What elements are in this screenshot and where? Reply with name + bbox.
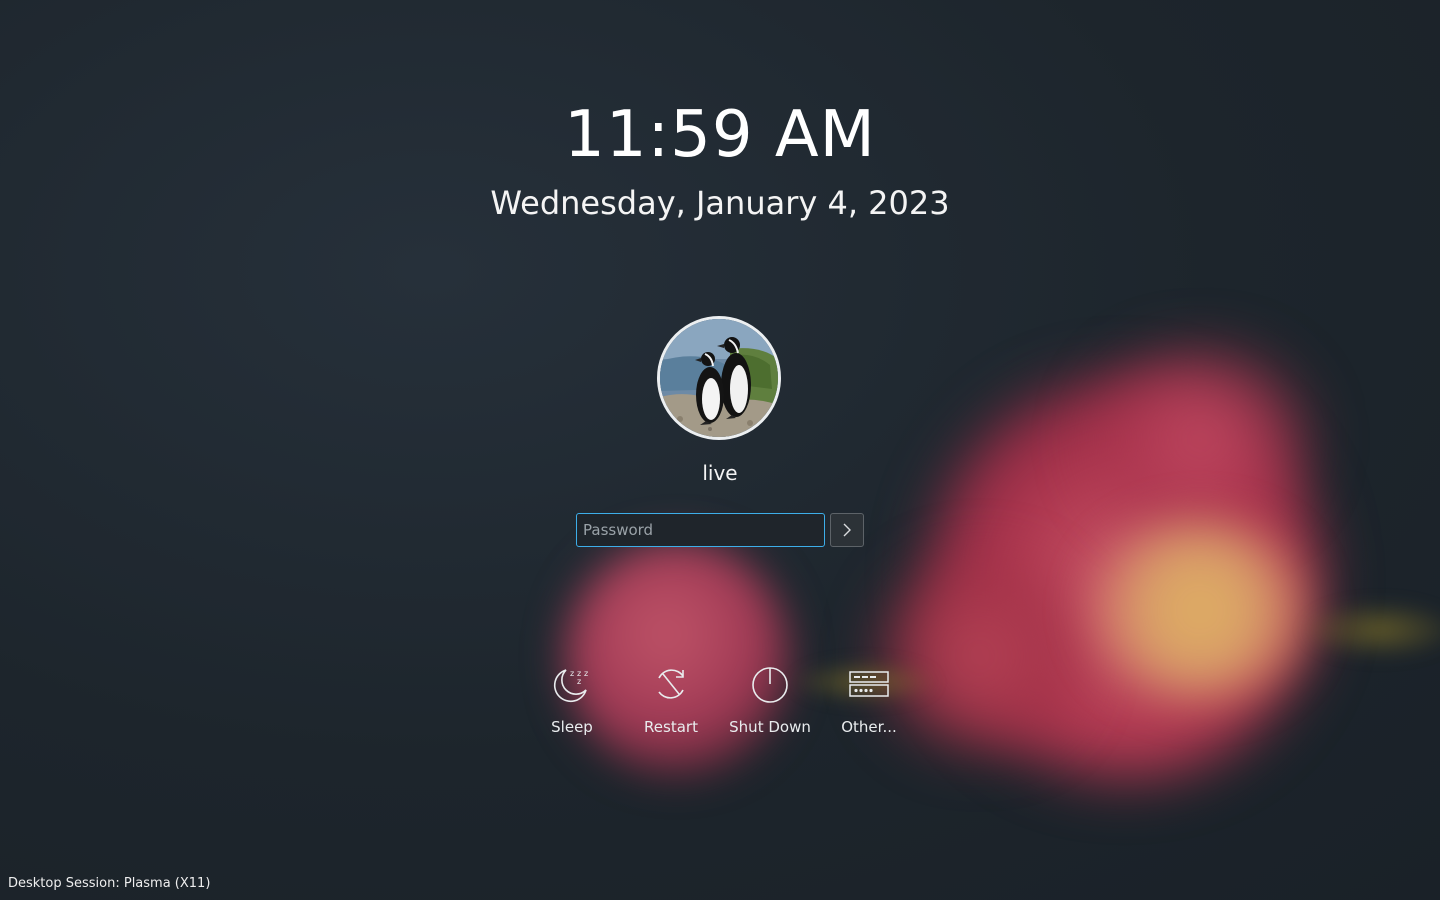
user-avatar[interactable]	[657, 316, 781, 440]
desktop-session-label[interactable]: Desktop Session: Plasma (X11)	[8, 876, 210, 891]
restart-button[interactable]: Restart	[621, 664, 721, 736]
svg-text:z: z	[584, 669, 588, 678]
password-input[interactable]	[576, 513, 825, 547]
other-label: Other...	[841, 718, 897, 736]
flower-blur	[1090, 350, 1310, 530]
power-icon	[750, 664, 790, 704]
svg-text:z: z	[570, 669, 574, 678]
clock-time: 11:59 AM	[564, 98, 876, 172]
sleep-button[interactable]: z z z z Sleep	[522, 664, 622, 736]
sleep-label: Sleep	[551, 718, 593, 736]
shut-down-button[interactable]: Shut Down	[720, 664, 820, 736]
svg-text:z: z	[577, 677, 581, 686]
username-label: live	[702, 461, 738, 485]
penguins-avatar-icon	[660, 319, 778, 437]
chevron-right-icon	[843, 523, 851, 537]
login-submit-button[interactable]	[830, 513, 864, 547]
other-sessions-icon	[849, 664, 889, 704]
restart-icon	[651, 664, 691, 704]
other-button[interactable]: Other...	[819, 664, 919, 736]
flower-center-blur	[1090, 520, 1310, 700]
shut-down-label: Shut Down	[729, 718, 811, 736]
sleep-icon: z z z z	[552, 664, 592, 704]
restart-label: Restart	[644, 718, 698, 736]
flower-stem-blur	[1300, 600, 1440, 660]
flower-blur-small	[565, 540, 790, 775]
clock-date: Wednesday, January 4, 2023	[490, 184, 950, 222]
